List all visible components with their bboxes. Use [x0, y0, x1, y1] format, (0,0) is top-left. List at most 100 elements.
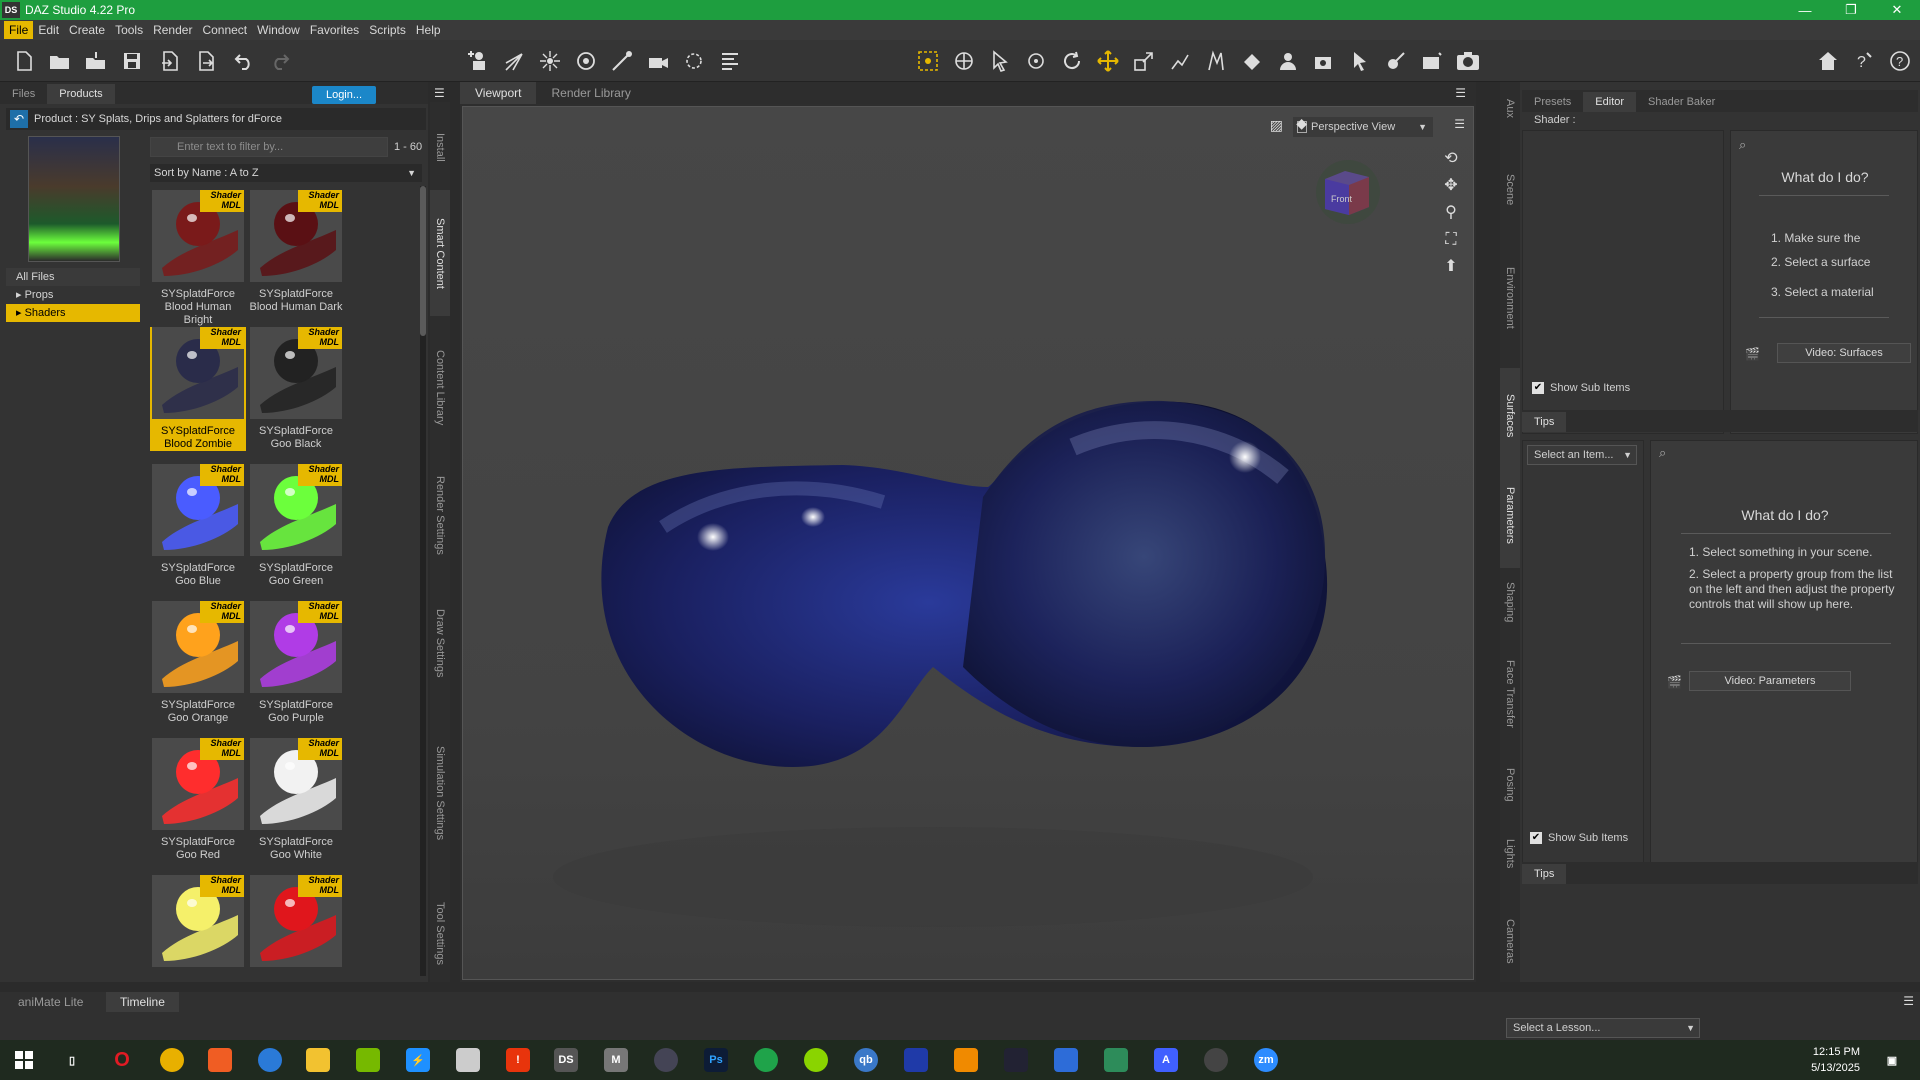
new-file-icon[interactable]	[12, 49, 36, 73]
active-pose-icon[interactable]	[1204, 49, 1228, 73]
cloud-icon[interactable]	[804, 1048, 828, 1072]
app-green-icon[interactable]	[754, 1048, 778, 1072]
category-shaders[interactable]: ▸ Shaders	[6, 304, 140, 322]
menu-scripts[interactable]: Scripts	[364, 21, 411, 39]
tab-timeline[interactable]: Timeline	[106, 992, 179, 1012]
side-tab-smart-content[interactable]: Smart Content	[430, 190, 450, 316]
side-tab-render-settings[interactable]: Render Settings	[430, 460, 450, 570]
frame-icon[interactable]: ⛶	[1439, 228, 1463, 252]
app-dark-icon[interactable]	[1004, 1048, 1028, 1072]
render-settings-icon[interactable]	[1420, 49, 1444, 73]
add-camera-icon[interactable]	[646, 49, 670, 73]
tab-tips[interactable]: Tips	[1522, 412, 1567, 432]
tab-files[interactable]: Files	[0, 84, 47, 104]
tab-products[interactable]: Products	[47, 84, 115, 104]
tab-render-library[interactable]: Render Library	[536, 82, 645, 104]
view-selector-dropdown[interactable]: Perspective View ▼	[1293, 117, 1433, 137]
pan-camera-icon[interactable]: ✥	[1439, 174, 1463, 198]
menu-file[interactable]: File	[4, 21, 34, 39]
video-surfaces-button[interactable]: Video: Surfaces	[1777, 343, 1911, 363]
show-sub-items-top[interactable]: ✔ Show Sub Items	[1532, 382, 1630, 394]
opera-icon[interactable]: O	[110, 1048, 134, 1072]
side-tab-environment[interactable]: Environment	[1500, 236, 1520, 360]
translate-icon[interactable]	[1096, 49, 1120, 73]
thunderbird-icon[interactable]	[258, 1048, 282, 1072]
side-tab-posing[interactable]: Posing	[1500, 754, 1520, 816]
side-tab-surfaces[interactable]: Surfaces	[1500, 368, 1520, 464]
side-tab-parameters[interactable]: Parameters	[1500, 462, 1520, 568]
side-tab-draw-settings[interactable]: Draw Settings	[430, 584, 450, 702]
zoom-icon[interactable]: zm	[1254, 1048, 1278, 1072]
geometry-editor-icon[interactable]	[1276, 49, 1300, 73]
notification-icon[interactable]: ▣	[1880, 1048, 1904, 1072]
tab-editor[interactable]: Editor	[1583, 92, 1637, 112]
rotate-icon[interactable]	[1060, 49, 1084, 73]
menu-create[interactable]: Create	[64, 21, 110, 39]
asset-item[interactable]: Shader MDL SYSplatdForce Goo Purple	[248, 601, 344, 725]
product-thumbnail[interactable]	[28, 136, 120, 262]
qbittorrent-icon[interactable]: qb	[854, 1048, 878, 1072]
reset-camera-icon[interactable]: ⬆	[1439, 255, 1463, 279]
search-icon[interactable]: ⌕	[1659, 445, 1666, 461]
asset-item[interactable]: Shader MDL SYSplatdForce Blood Zombie	[150, 327, 246, 451]
chrome-icon[interactable]	[160, 1048, 184, 1072]
add-point-light-icon[interactable]	[538, 49, 562, 73]
close-button[interactable]: ✕	[1874, 0, 1920, 20]
menu-edit[interactable]: Edit	[33, 21, 64, 39]
video-parameters-button[interactable]: Video: Parameters	[1689, 671, 1851, 691]
side-tab-tool-settings[interactable]: Tool Settings	[430, 884, 450, 982]
nvidia-icon[interactable]	[356, 1048, 380, 1072]
menu-window[interactable]: Window	[252, 21, 305, 39]
add-linear-light-icon[interactable]	[610, 49, 634, 73]
orbit-camera-icon[interactable]: ⟲	[1439, 147, 1463, 171]
universal-tool-icon[interactable]	[952, 49, 976, 73]
asset-item[interactable]: Shader MDL SYSplatdForce Blood Human Brigh…	[150, 190, 246, 327]
menu-tools[interactable]: Tools	[110, 21, 148, 39]
align-icon[interactable]	[718, 49, 742, 73]
undo-icon[interactable]	[232, 49, 256, 73]
app-arch-icon[interactable]	[904, 1048, 928, 1072]
checkbox-checked-icon[interactable]: ✔	[1530, 832, 1542, 844]
side-tab-cameras[interactable]: Cameras	[1500, 900, 1520, 982]
minimize-button[interactable]: —	[1782, 0, 1828, 20]
side-tab-face-transfer[interactable]: Face Transfer	[1500, 644, 1520, 744]
add-spotlight-icon[interactable]	[502, 49, 526, 73]
asset-grid-scrollbar[interactable]	[420, 186, 426, 976]
asset-item[interactable]: Shader MDL SYSplatdForce Blood Human Dark	[248, 190, 344, 314]
aux-view-icon[interactable]: ◆	[1296, 115, 1307, 132]
3d-viewport[interactable]: Perspective View ▼ ▨ ◆ ☰ ⟲ ✥ ⚲ ⛶ ⬆ Front	[462, 106, 1474, 980]
menu-connect[interactable]: Connect	[197, 21, 252, 39]
draw-style-icon[interactable]: ▨	[1270, 117, 1283, 134]
app-bolt-icon[interactable]: ⚡	[406, 1048, 430, 1072]
side-tab-shaping[interactable]: Shaping	[1500, 568, 1520, 636]
back-arrow-icon[interactable]: ↶	[10, 110, 28, 128]
asset-item[interactable]: Shader MDL	[248, 875, 344, 967]
printer-icon[interactable]	[456, 1048, 480, 1072]
orbit-icon[interactable]	[1024, 49, 1048, 73]
menu-help[interactable]: Help	[411, 21, 446, 39]
menu-render[interactable]: Render	[148, 21, 197, 39]
app-a-icon[interactable]: A	[1154, 1048, 1178, 1072]
tab-tips[interactable]: Tips	[1522, 864, 1567, 884]
task-view-icon[interactable]: ▯	[60, 1048, 84, 1072]
zoom-camera-icon[interactable]: ⚲	[1439, 201, 1463, 225]
davinci-icon[interactable]	[1054, 1048, 1078, 1072]
viewport-menu-icon[interactable]: ☰	[1455, 86, 1466, 100]
filter-input[interactable]: Enter text to filter by...	[150, 137, 388, 157]
app-store-icon[interactable]	[1104, 1048, 1128, 1072]
menu-favorites[interactable]: Favorites	[305, 21, 364, 39]
add-null-icon[interactable]	[682, 49, 706, 73]
side-tab-content-library[interactable]: Content Library	[430, 328, 450, 448]
search-icon[interactable]: ⌕	[1739, 137, 1746, 153]
windows-start-icon[interactable]	[12, 1048, 36, 1072]
obs-icon[interactable]	[1204, 1048, 1228, 1072]
side-tab-scene[interactable]: Scene	[1500, 148, 1520, 232]
brave-icon[interactable]	[208, 1048, 232, 1072]
bottom-pane-menu-icon[interactable]: ☰	[1903, 994, 1914, 1008]
home-ds-icon[interactable]	[1816, 49, 1840, 73]
login-button[interactable]: Login...	[312, 86, 376, 104]
asset-item[interactable]: Shader MDL SYSplatdForce Goo Blue	[150, 464, 246, 588]
tab-animate-lite[interactable]: aniMate Lite	[4, 992, 97, 1012]
side-tab-install[interactable]: Install	[430, 112, 450, 182]
help-icon[interactable]: ?	[1888, 49, 1912, 73]
